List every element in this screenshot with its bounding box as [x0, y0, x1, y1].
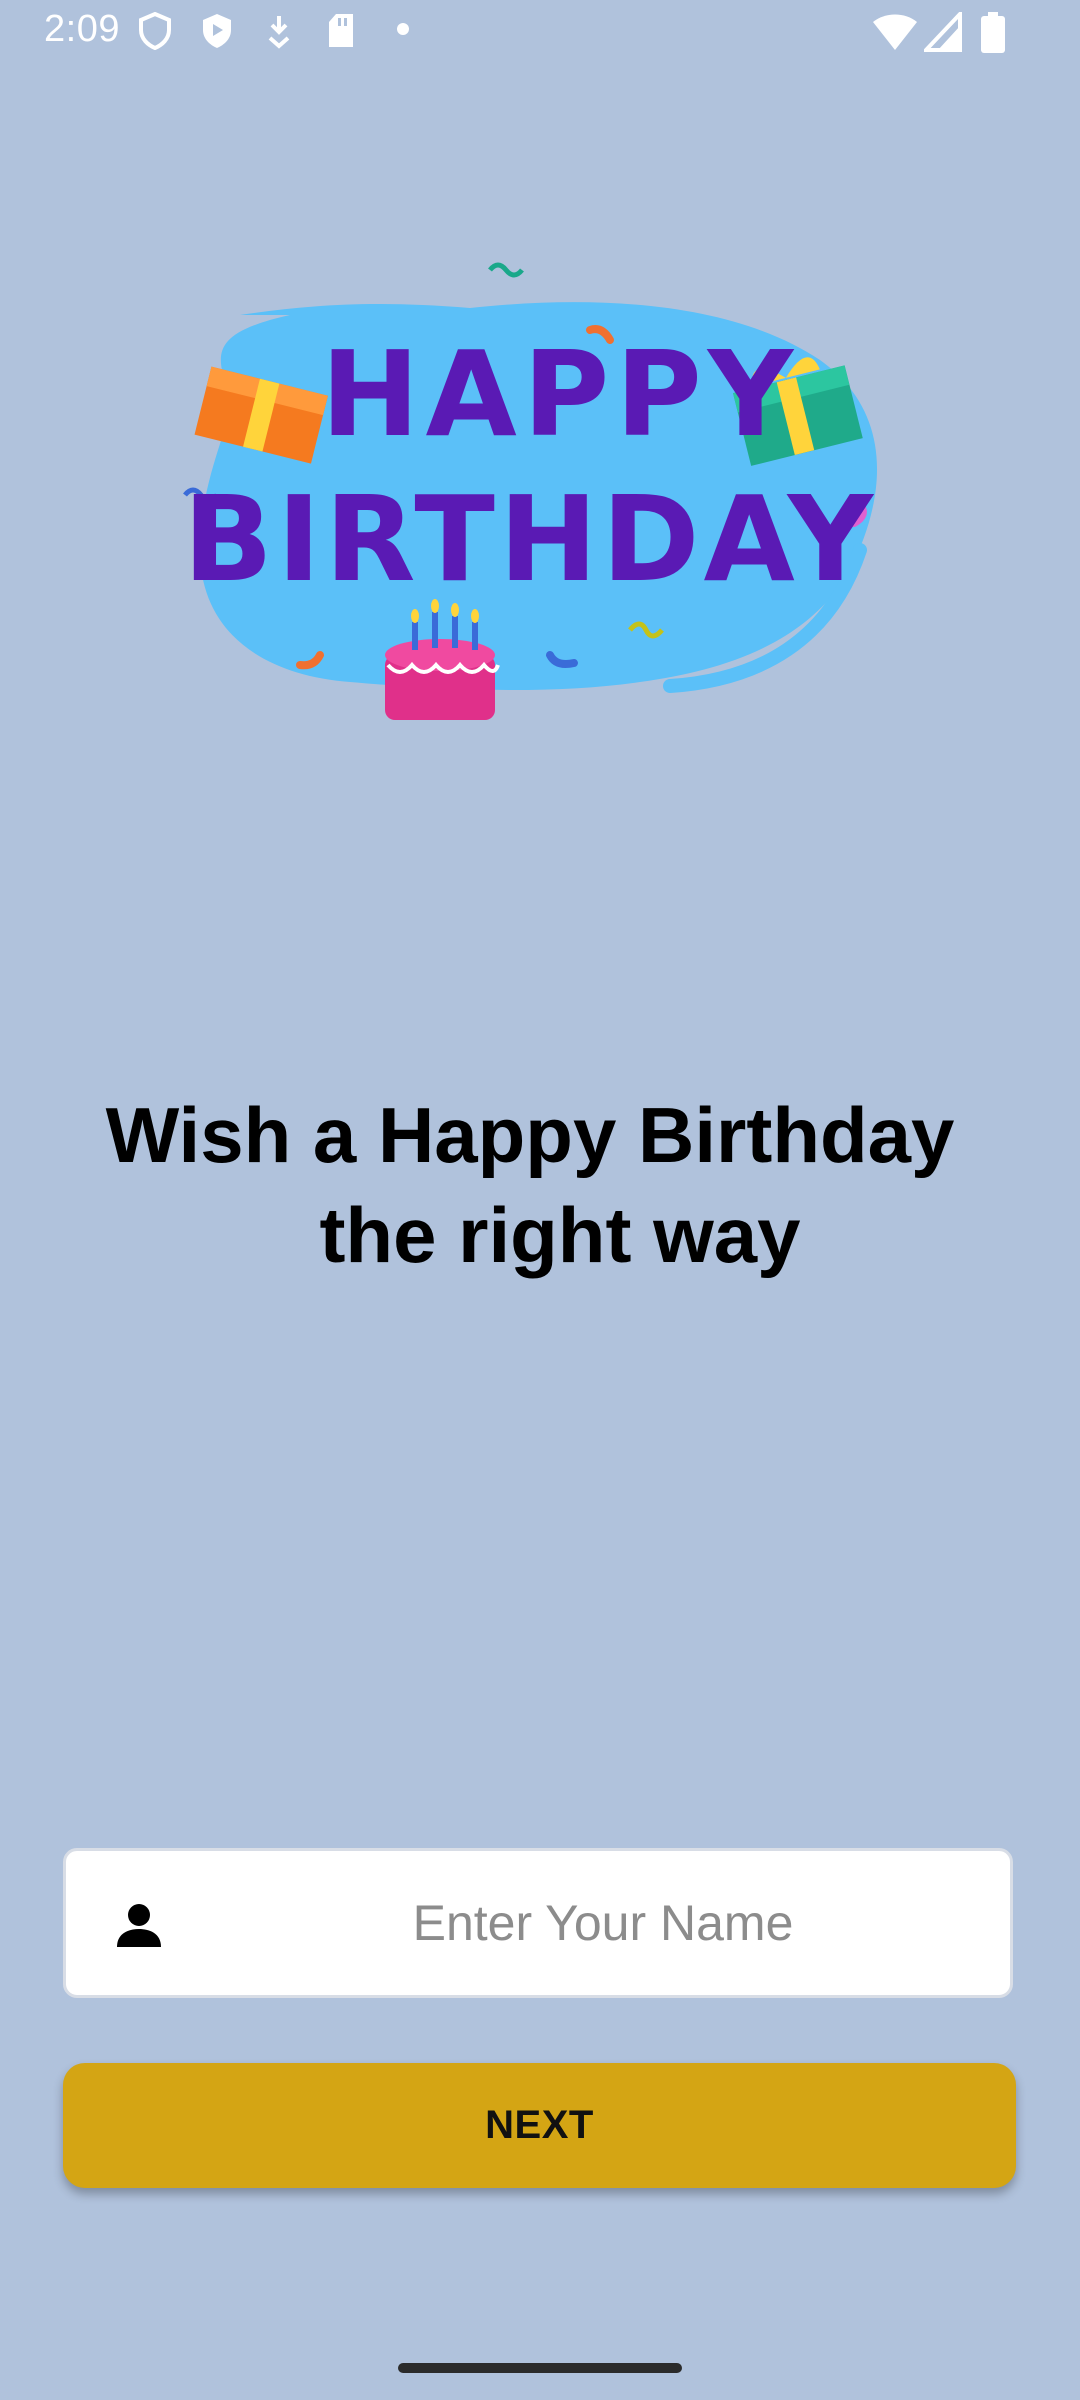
status-bar: 2:09	[0, 0, 1080, 62]
download-icon	[268, 16, 290, 49]
sd-card-icon	[329, 14, 353, 47]
person-icon	[117, 1904, 161, 1947]
name-field[interactable]	[63, 1848, 1013, 1998]
next-button[interactable]: NEXT	[63, 2063, 1016, 2188]
banner-text-birthday: BIRTHDAY	[183, 470, 877, 608]
signal-icon	[924, 12, 962, 52]
wifi-icon	[873, 14, 917, 50]
next-button-label: NEXT	[485, 2103, 594, 2147]
name-input[interactable]	[186, 1851, 980, 1995]
play-protect-icon	[203, 14, 231, 48]
shield-icon	[139, 12, 171, 50]
home-indicator[interactable]	[398, 2363, 682, 2373]
status-time: 2:09	[44, 8, 120, 50]
headline-line-2: the right way	[319, 1191, 801, 1279]
battery-icon	[981, 12, 1005, 53]
dot-icon	[397, 23, 409, 35]
headline-line-1: Wish a Happy Birthday	[105, 1091, 955, 1179]
happy-birthday-banner: HAPPY BIRTHDAY	[183, 262, 878, 720]
banner-text-happy: HAPPY	[321, 325, 800, 463]
headline: Wish a Happy Birthday the right way	[60, 1085, 1000, 1285]
